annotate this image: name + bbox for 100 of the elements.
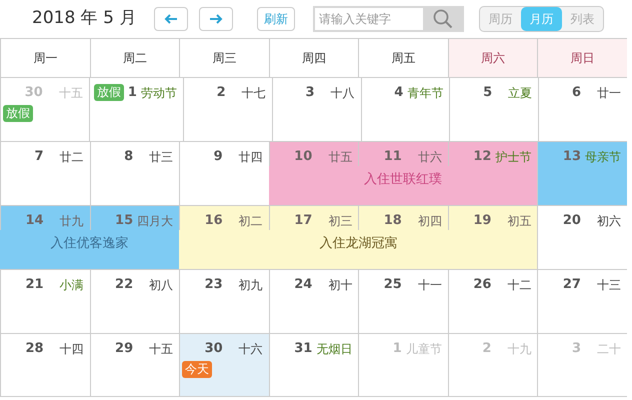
- next-button[interactable]: [199, 7, 233, 31]
- day-cell[interactable]: 8 廿三: [90, 142, 180, 205]
- date-number: 30: [24, 84, 43, 102]
- date-number: 29: [114, 340, 134, 358]
- day-cell[interactable]: 20 初六: [537, 206, 627, 269]
- date-number: 21: [24, 276, 44, 294]
- date-number: 3: [570, 340, 581, 358]
- holiday-badge: 放假: [3, 104, 33, 122]
- weekday-header: 周三: [179, 38, 269, 77]
- lunar-date: 母亲节: [585, 148, 621, 166]
- holiday-badge: 放假: [94, 84, 124, 102]
- date-number: 5: [482, 84, 492, 102]
- date-number: 6: [570, 84, 581, 102]
- lunar-date: 初十: [327, 276, 352, 294]
- weekday-header: 周一: [0, 38, 90, 77]
- day-cell[interactable]: 放假 1 劳动节: [88, 78, 183, 141]
- lunar-date: 廿六: [416, 148, 442, 166]
- lunar-date: 无烟日: [316, 340, 352, 358]
- previous-button[interactable]: [154, 7, 188, 31]
- lunar-date: 廿九: [58, 212, 84, 230]
- lunar-date: 初九: [238, 276, 263, 294]
- lunar-date: 初六: [596, 212, 621, 230]
- date-number: 1: [128, 84, 137, 102]
- date-number: 8: [123, 148, 134, 166]
- day-cell[interactable]: 26 十二: [448, 270, 538, 333]
- day-cell[interactable]: 23 初九: [179, 270, 269, 333]
- day-cell[interactable]: 7 廿二: [0, 142, 90, 205]
- day-cell[interactable]: 24 初十: [268, 270, 358, 333]
- lunar-date: 十五: [148, 340, 174, 358]
- lunar-date: 劳动节: [140, 84, 177, 102]
- lunar-date: 十八: [330, 84, 355, 102]
- date-number: 26: [472, 276, 492, 294]
- lunar-date: 儿童节: [406, 340, 442, 358]
- weekday-header: 周四: [268, 38, 358, 77]
- lunar-date: 小满: [58, 276, 84, 294]
- date-number: 23: [204, 276, 223, 294]
- date-number: 13: [562, 148, 581, 166]
- day-cell[interactable]: 19 初五: [448, 206, 538, 230]
- event-label: 入住优客逸家: [50, 235, 129, 253]
- lunar-date: 廿四: [238, 148, 263, 166]
- day-cell[interactable]: 2 十七: [182, 78, 272, 141]
- date-number: 2: [216, 84, 226, 102]
- lunar-date: 廿三: [148, 148, 174, 166]
- lunar-date: 初四: [416, 212, 442, 230]
- lunar-date: 廿二: [58, 148, 84, 166]
- date-number: 3: [304, 84, 315, 102]
- date-number: 15: [114, 212, 134, 230]
- lunar-date: 初三: [327, 212, 352, 230]
- arrow-right-icon: [209, 14, 223, 24]
- lunar-date: 十七: [240, 84, 266, 102]
- day-cell[interactable]: 22 初八: [90, 270, 180, 333]
- day-cell[interactable]: 6 廿一: [538, 78, 627, 141]
- event-bar[interactable]: 16 初二 17 初三 18 初四 19 初五 入住龙湖冠寓: [179, 206, 538, 269]
- date-number: 30: [204, 340, 223, 358]
- date-number: 9: [212, 148, 223, 166]
- date-number: 28: [24, 340, 44, 358]
- lunar-date: 十三: [596, 276, 621, 294]
- weekday-header: 周六: [448, 38, 538, 77]
- date-number: 1: [392, 340, 402, 358]
- lunar-date: 十二: [506, 276, 532, 294]
- lunar-date: 廿五: [327, 148, 352, 166]
- date-number: 16: [204, 212, 223, 230]
- day-cell[interactable]: 30 十六 今天: [179, 334, 269, 396]
- lunar-date: 四月大: [137, 212, 174, 230]
- day-cell[interactable]: 31 无烟日: [268, 334, 358, 396]
- day-cell[interactable]: 28 十四: [0, 334, 90, 396]
- date-number: 24: [293, 276, 312, 294]
- date-number: 20: [562, 212, 581, 230]
- arrow-left-icon: [164, 14, 178, 24]
- lunar-date: 十九: [506, 340, 532, 358]
- date-number: 11: [382, 148, 402, 166]
- today-badge: 今天: [182, 360, 212, 378]
- date-number: 25: [382, 276, 402, 294]
- lunar-date: 十四: [58, 340, 84, 358]
- search-icon[interactable]: [433, 9, 453, 29]
- day-cell[interactable]: 16 初二: [179, 206, 269, 230]
- day-cell[interactable]: 17 初三: [268, 206, 358, 230]
- day-cell[interactable]: 25 十一: [358, 270, 448, 333]
- date-number: 18: [382, 212, 402, 230]
- date-number: 17: [293, 212, 312, 230]
- lunar-date: 立夏: [507, 84, 532, 102]
- day-cell[interactable]: 5 立夏: [449, 78, 538, 141]
- search-field[interactable]: 请输入关键字: [315, 8, 423, 30]
- weekday-header: 周二: [90, 38, 180, 77]
- lunar-date: 青年节: [407, 84, 444, 102]
- lunar-date: 护士节: [495, 148, 532, 166]
- day-cell[interactable]: 27 十三: [537, 270, 627, 333]
- date-number: 27: [562, 276, 581, 294]
- lunar-date: 廿一: [596, 84, 621, 102]
- lunar-date: 十五: [58, 84, 83, 102]
- day-cell[interactable]: 18 初四: [358, 206, 448, 230]
- day-cell[interactable]: 4 青年节: [360, 78, 450, 141]
- day-cell[interactable]: 3 十八: [272, 78, 361, 141]
- weekday-header: 周日: [537, 38, 627, 77]
- lunar-date: 二十: [596, 340, 621, 358]
- calendar-title: 2018 年 5 月: [32, 7, 138, 30]
- date-number: 31: [293, 340, 312, 358]
- lunar-date: 初五: [506, 212, 532, 230]
- day-cell[interactable]: 21 小满: [0, 270, 90, 333]
- date-number: 7: [34, 148, 44, 166]
